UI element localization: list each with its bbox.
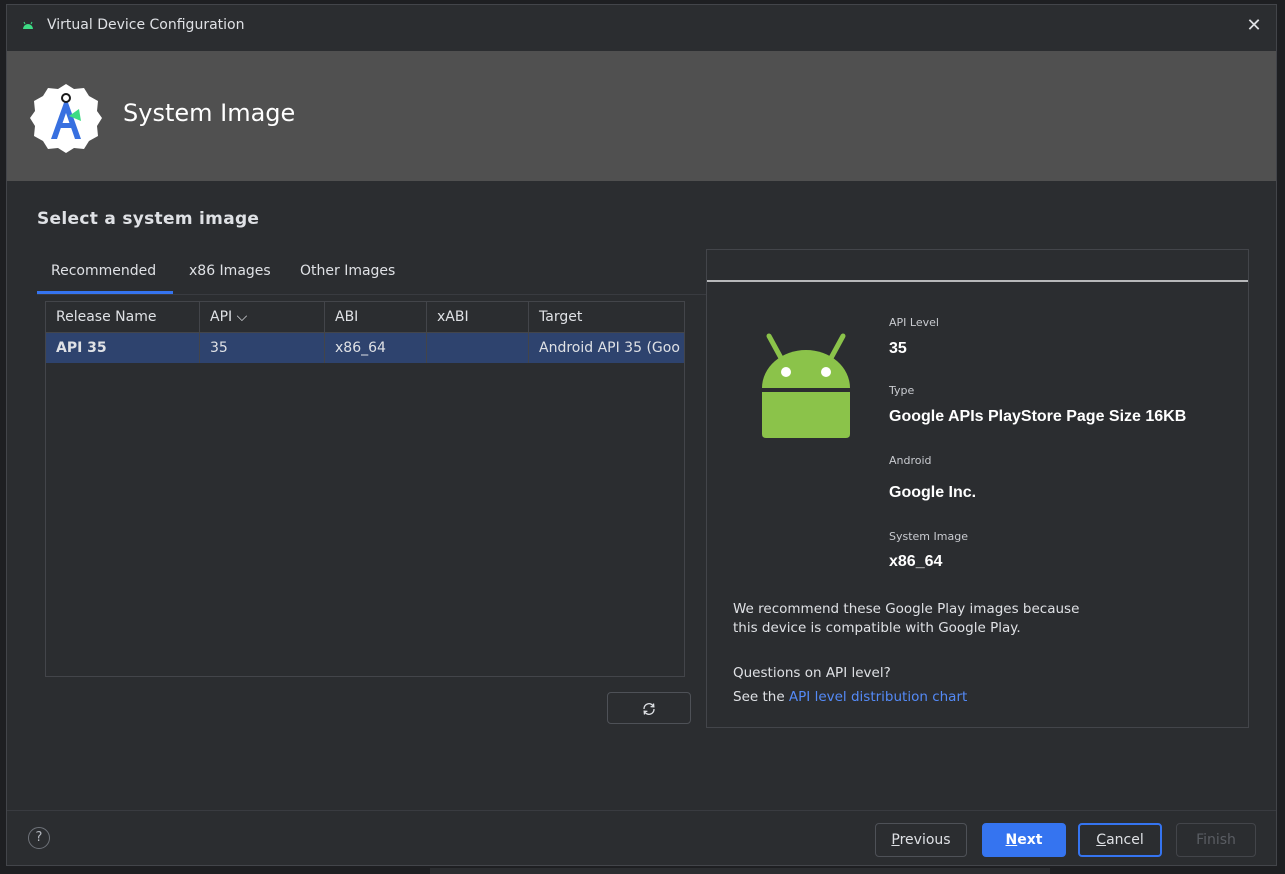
system-image-value: x86_64 bbox=[889, 553, 943, 570]
next-button[interactable]: Next bbox=[982, 823, 1066, 857]
cell-target: Android API 35 (Goo bbox=[539, 340, 680, 356]
table-row[interactable]: API 35 35 x86_64 Android API 35 (Goo bbox=[46, 333, 684, 363]
column-xabi[interactable]: xABI bbox=[427, 302, 529, 332]
image-details-panel: API Level 35 Type Google APIs PlayStore … bbox=[706, 249, 1249, 728]
table-header: Release Name API ⌵ ABI xABI Target bbox=[46, 302, 684, 333]
column-abi[interactable]: ABI bbox=[325, 302, 427, 332]
page-title: System Image bbox=[123, 99, 296, 127]
tab-x86-images[interactable]: x86 Images bbox=[189, 263, 271, 279]
close-icon[interactable]: ✕ bbox=[1242, 14, 1266, 38]
cell-api: 35 bbox=[200, 333, 325, 363]
details-divider bbox=[707, 280, 1248, 282]
title-bar[interactable]: Virtual Device Configuration ✕ bbox=[7, 5, 1276, 51]
ide-taskbar-strip bbox=[430, 868, 1050, 874]
api-question: Questions on API level? bbox=[733, 665, 891, 681]
recommendation-text: We recommend these Google Play images be… bbox=[733, 600, 1079, 638]
section-title: Select a system image bbox=[37, 209, 260, 229]
next-label-rest: ext bbox=[1017, 832, 1043, 848]
refresh-button[interactable] bbox=[607, 692, 691, 724]
tab-recommended[interactable]: Recommended bbox=[51, 263, 156, 279]
previous-label-rest: revious bbox=[899, 832, 951, 848]
footer-divider bbox=[7, 810, 1276, 811]
cell-release-name: API 35 bbox=[46, 333, 200, 363]
tab-other-images[interactable]: Other Images bbox=[300, 263, 395, 279]
cell-abi: x86_64 bbox=[325, 333, 427, 363]
android-label: Android bbox=[889, 454, 932, 467]
api-level-value: 35 bbox=[889, 340, 907, 357]
refresh-icon bbox=[643, 702, 655, 715]
tab-baseline bbox=[37, 294, 707, 295]
cancel-mnemonic: C bbox=[1096, 832, 1107, 848]
previous-mnemonic: P bbox=[891, 832, 900, 848]
ide-background bbox=[1278, 0, 1285, 874]
recommendation-line-2: this device is compatible with Google Pl… bbox=[733, 620, 1021, 636]
api-chart-line: See the API level distribution chart bbox=[733, 688, 967, 707]
next-mnemonic: N bbox=[1005, 832, 1018, 848]
android-value: Google Inc. bbox=[889, 484, 977, 501]
column-api[interactable]: API ⌵ bbox=[200, 302, 325, 332]
help-icon[interactable]: ? bbox=[28, 827, 50, 849]
android-studio-icon bbox=[23, 21, 33, 29]
column-target[interactable]: Target bbox=[529, 302, 684, 332]
api-distribution-link[interactable]: API level distribution chart bbox=[789, 689, 967, 705]
android-robot-icon bbox=[762, 333, 850, 438]
window-title: Virtual Device Configuration bbox=[47, 17, 245, 33]
recommendation-line-1: We recommend these Google Play images be… bbox=[733, 601, 1080, 617]
cancel-label-rest: ancel bbox=[1106, 832, 1144, 848]
virtual-device-dialog: Virtual Device Configuration ✕ System Im… bbox=[6, 4, 1277, 866]
wizard-header: System Image bbox=[7, 51, 1276, 181]
system-image-table[interactable]: Release Name API ⌵ ABI xABI Target API 3… bbox=[45, 301, 685, 677]
cancel-button[interactable]: Cancel bbox=[1078, 823, 1162, 857]
system-image-label: System Image bbox=[889, 530, 968, 543]
android-studio-logo bbox=[30, 84, 102, 153]
finish-button[interactable]: Finish bbox=[1176, 823, 1256, 857]
column-release-name[interactable]: Release Name bbox=[46, 302, 200, 332]
api-level-label: API Level bbox=[889, 316, 939, 329]
see-prefix: See the bbox=[733, 689, 789, 705]
previous-button[interactable]: Previous bbox=[875, 823, 967, 857]
active-tab-indicator bbox=[37, 291, 173, 294]
type-label: Type bbox=[889, 384, 915, 397]
type-value: Google APIs PlayStore Page Size 16KB bbox=[889, 408, 1187, 425]
image-tabs: Recommended x86 Images Other Images bbox=[37, 257, 707, 295]
cell-xabi bbox=[427, 333, 529, 363]
